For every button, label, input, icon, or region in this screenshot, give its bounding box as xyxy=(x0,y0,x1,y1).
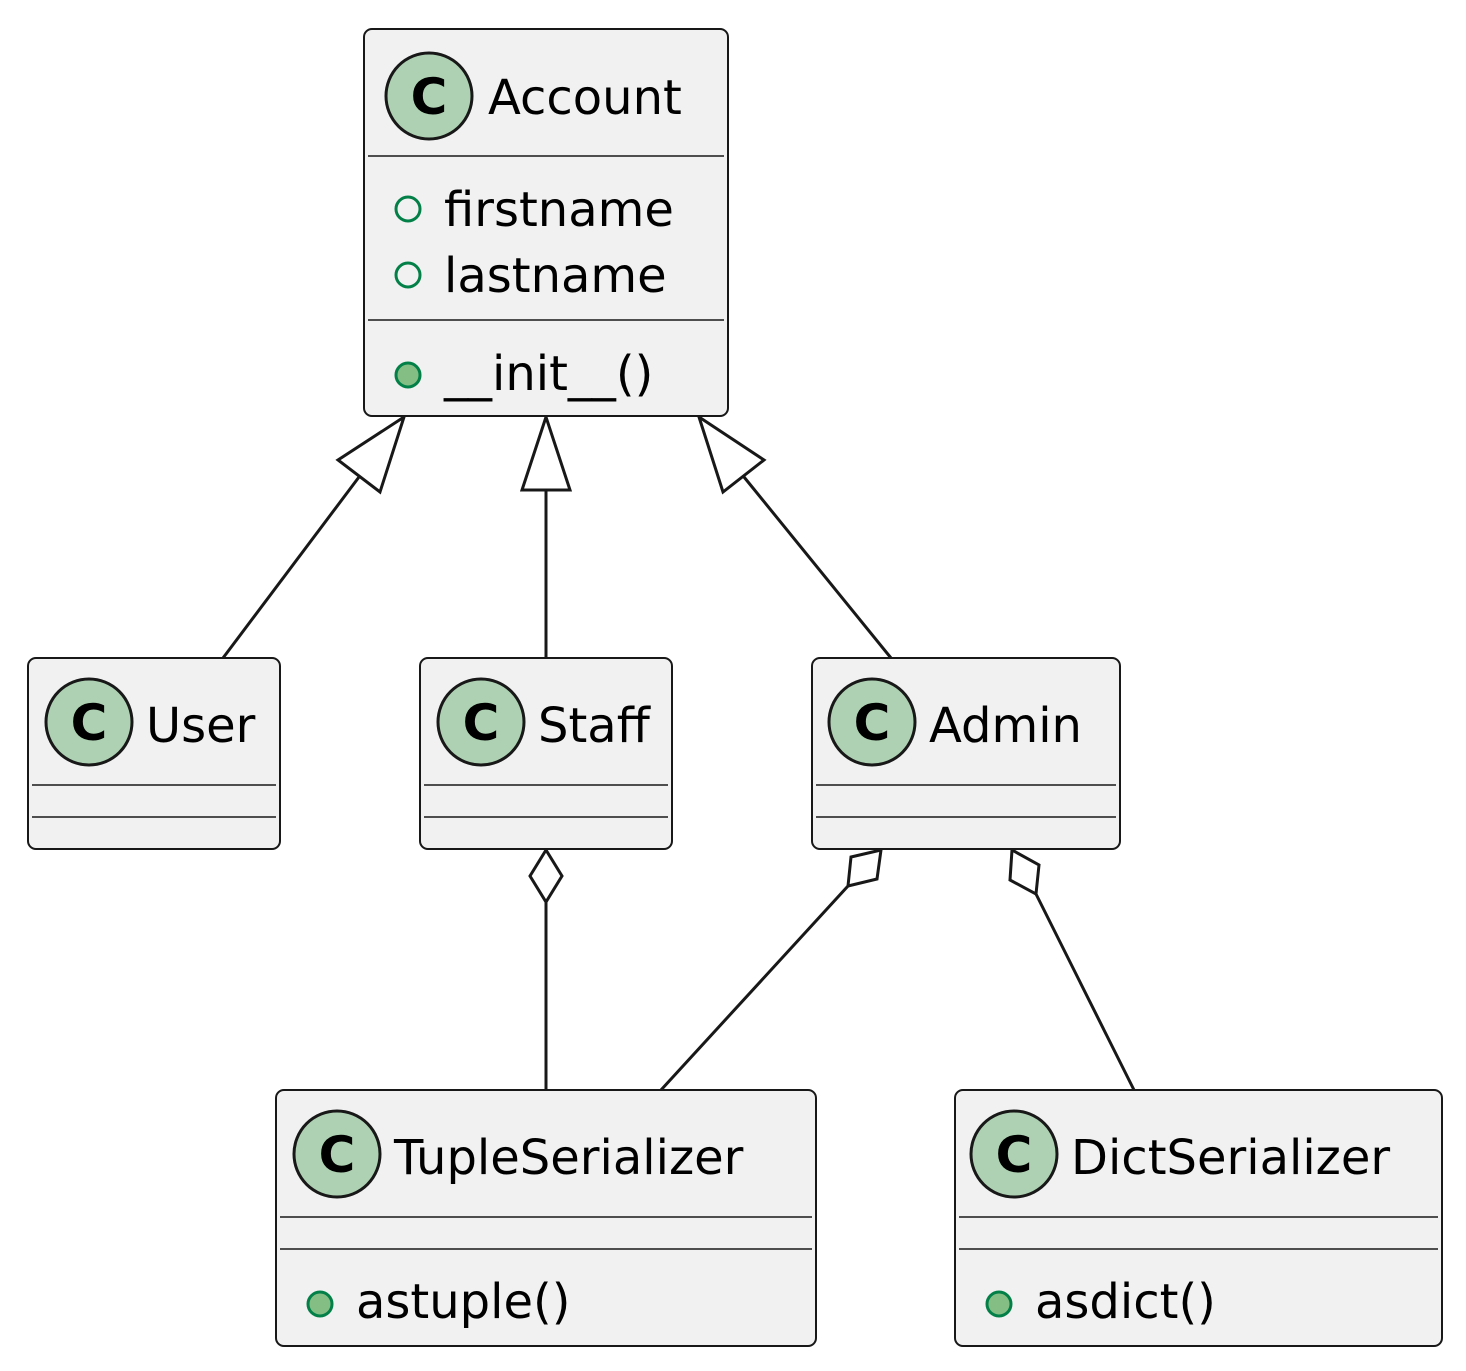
class-diagram: C Account firstname lastname __init__() … xyxy=(27,28,1443,1347)
aggregation-diamond xyxy=(1008,847,1041,897)
class-user[interactable]: C User xyxy=(27,657,281,850)
public-method-icon xyxy=(306,1290,334,1318)
class-badge-letter: C xyxy=(71,694,108,752)
class-name: DictSerializer xyxy=(1071,1130,1390,1186)
edge-user-account xyxy=(221,413,407,659)
class-name: User xyxy=(146,698,256,754)
method: asdict() xyxy=(1035,1274,1216,1330)
class-badge-letter: C xyxy=(319,1126,356,1184)
edge-admin-dictserializer xyxy=(1008,847,1136,1091)
edge-admin-account xyxy=(696,413,893,659)
public-method-icon xyxy=(394,361,422,389)
field: lastname xyxy=(444,248,667,304)
class-account[interactable]: C Account firstname lastname __init__() xyxy=(363,28,729,417)
class-name: Admin xyxy=(929,698,1082,754)
class-name: Staff xyxy=(538,698,651,754)
edge-staff-account xyxy=(519,412,573,658)
method: __init__() xyxy=(443,346,653,402)
inheritance-arrowhead xyxy=(335,413,407,495)
edge-staff-tupleserializer xyxy=(528,847,564,1090)
class-badge-letter: C xyxy=(854,694,891,752)
edge-admin-tupleserializer xyxy=(659,848,883,1092)
class-name: Account xyxy=(488,70,682,126)
class-badge-letter: C xyxy=(411,68,448,126)
inheritance-arrowhead xyxy=(696,413,767,495)
class-badge-letter: C xyxy=(463,694,500,752)
class-tupleserializer[interactable]: C TupleSerializer astuple() xyxy=(275,1089,817,1347)
field: firstname xyxy=(444,182,674,238)
class-admin[interactable]: C Admin xyxy=(811,657,1121,850)
class-staff[interactable]: C Staff xyxy=(419,657,673,850)
class-name: TupleSerializer xyxy=(393,1130,744,1186)
class-dictserializer[interactable]: C DictSerializer asdict() xyxy=(954,1089,1443,1347)
aggregation-diamond xyxy=(846,848,883,888)
method: astuple() xyxy=(356,1274,570,1330)
aggregation-diamond xyxy=(528,847,564,905)
inheritance-arrowhead xyxy=(519,412,573,492)
class-badge-letter: C xyxy=(996,1126,1033,1184)
public-method-icon xyxy=(985,1290,1013,1318)
